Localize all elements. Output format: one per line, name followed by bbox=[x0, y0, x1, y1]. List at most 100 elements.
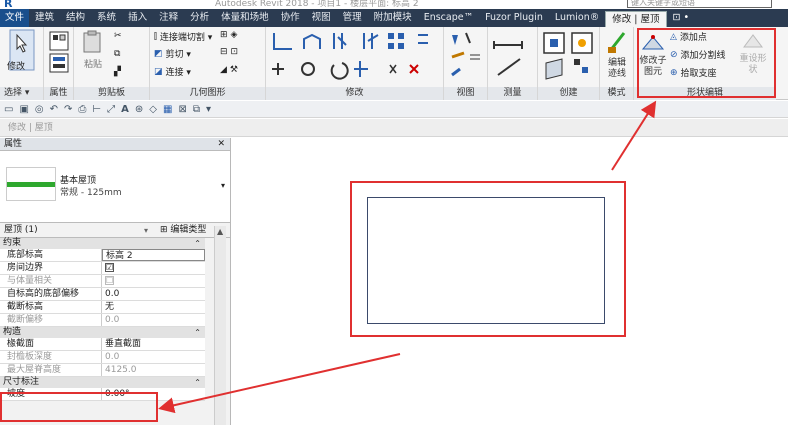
cope-button[interactable]: ⫿ 连接端切割 ▾ bbox=[154, 30, 212, 44]
cut-geometry-icon: ◩ bbox=[154, 48, 163, 59]
property-key: 房间边界 bbox=[0, 262, 102, 274]
room-bounding-checkbox[interactable]: ☑ bbox=[102, 262, 205, 274]
instance-filter-label[interactable]: 屋顶 (1) bbox=[4, 225, 38, 235]
join-label: 连接 ▾ bbox=[165, 68, 191, 78]
revit-logo-icon[interactable]: R bbox=[4, 0, 16, 10]
dimension-icon[interactable]: ⤢ bbox=[107, 104, 115, 115]
paste-button[interactable]: 粘贴 bbox=[80, 30, 106, 70]
match-type-button[interactable]: ▞ bbox=[114, 67, 121, 77]
tab-massing-site[interactable]: 体量和场地 bbox=[215, 9, 275, 27]
cut-geometry-button[interactable]: ◩ 剪切 ▾ bbox=[154, 47, 191, 61]
switch-windows-icon[interactable]: ⧉ bbox=[193, 104, 200, 115]
section-icon[interactable]: ◇ bbox=[149, 104, 157, 115]
close-icon[interactable]: ✕ bbox=[217, 138, 225, 151]
save-icon[interactable]: ▣ bbox=[19, 104, 28, 115]
group-label: 尺寸标注 bbox=[3, 377, 40, 387]
tab-addins[interactable]: 附加模块 bbox=[368, 9, 418, 27]
tab-view[interactable]: 视图 bbox=[306, 9, 337, 27]
tab-lumion[interactable]: Lumion® bbox=[549, 9, 605, 27]
modify-label: 修改 bbox=[7, 62, 26, 72]
tab-manage[interactable]: 管理 bbox=[337, 9, 368, 27]
instance-filter: 屋顶 (1) ▾ ⊞ 编辑类型 bbox=[0, 223, 230, 238]
modify-tools-icon bbox=[272, 33, 428, 80]
clipboard-panel-label: 剪贴板 bbox=[74, 87, 149, 100]
undo-icon[interactable]: ↶ bbox=[50, 104, 58, 115]
customize-qat-icon[interactable]: ▾ bbox=[206, 104, 211, 115]
panel-properties: 属性 bbox=[44, 27, 74, 100]
base-offset-field[interactable]: 0.0 bbox=[102, 288, 205, 300]
print-icon[interactable]: ⎙ bbox=[78, 104, 86, 115]
split-face-button[interactable]: ⊟ ⊡ bbox=[220, 47, 238, 57]
annotation-roof-highlight bbox=[350, 181, 626, 337]
tab-fuzor[interactable]: Fuzor Plugin bbox=[479, 9, 549, 27]
edit-type-button[interactable]: ⊞ 编辑类型 bbox=[160, 223, 206, 238]
cope-icon: ⫿ bbox=[154, 31, 157, 42]
property-key: 最大屋脊高度 bbox=[0, 364, 102, 376]
collapse-icon[interactable]: ⌃ bbox=[194, 238, 201, 249]
modify-panel-label: 修改 bbox=[266, 87, 443, 100]
close-hidden-icon[interactable]: ⊠ bbox=[178, 104, 186, 115]
redo-icon[interactable]: ↷ bbox=[64, 104, 72, 115]
sync-icon[interactable]: ◎ bbox=[35, 104, 44, 115]
fascia-depth-field: 0.0 bbox=[105, 352, 120, 362]
copy-clipboard-button[interactable]: ⧉ bbox=[114, 49, 120, 59]
tab-modify-roof[interactable]: 修改 | 屋顶 bbox=[605, 11, 667, 27]
collapse-icon[interactable]: ⌃ bbox=[194, 377, 201, 388]
properties-button[interactable] bbox=[47, 30, 71, 77]
rafter-cut-field[interactable]: 垂直截面 bbox=[102, 338, 205, 350]
property-row: 最大屋脊高度 4125.0 bbox=[0, 364, 205, 377]
select-dropdown[interactable]: 选择 ▾ bbox=[0, 87, 43, 100]
tab-panel-toggle[interactable]: ⊡ • bbox=[667, 9, 696, 27]
collapse-icon[interactable]: ⌃ bbox=[194, 327, 201, 338]
properties-scrollbar[interactable]: ▲ bbox=[214, 226, 226, 425]
scroll-up-icon[interactable]: ▲ bbox=[217, 227, 223, 236]
search-input[interactable]: 键入关键字或短语 bbox=[627, 0, 772, 8]
paint-icon: ◈ bbox=[230, 30, 238, 40]
tab-architecture[interactable]: 建筑 bbox=[29, 9, 60, 27]
checkbox-checked[interactable]: ☑ bbox=[105, 263, 114, 272]
join-icon: ◪ bbox=[154, 66, 163, 77]
join-button[interactable]: ◪ 连接 ▾ bbox=[154, 65, 191, 79]
properties-palette: 属性 ✕ 基本屋顶 常规 - 125mm ▾ 屋顶 (1) ▾ ⊞ 编辑类型 约… bbox=[0, 138, 231, 425]
cutoff-level-field[interactable]: 无 bbox=[102, 301, 205, 313]
open-icon[interactable]: ▭ bbox=[4, 104, 13, 115]
cut-label: 剪切 ▾ bbox=[165, 50, 191, 60]
chevron-down-icon[interactable]: ▾ bbox=[221, 181, 225, 190]
tab-structure[interactable]: 结构 bbox=[60, 9, 91, 27]
text-icon[interactable]: A bbox=[121, 104, 129, 115]
tab-enscape[interactable]: Enscape™ bbox=[418, 9, 479, 27]
group-header-dimensions[interactable]: 尺寸标注 ⌃ bbox=[0, 377, 205, 388]
related-to-mass-checkbox: ☐ bbox=[102, 275, 205, 287]
property-key: 椽截面 bbox=[0, 338, 102, 350]
group-header-constraints[interactable]: 约束 ⌃ bbox=[0, 238, 205, 249]
wall-joins-button[interactable]: ⊞ ◈ bbox=[220, 30, 237, 40]
tab-collaborate[interactable]: 协作 bbox=[275, 9, 306, 27]
chevron-down-icon[interactable]: ▾ bbox=[144, 223, 148, 238]
property-row: 截断偏移 0.0 bbox=[0, 314, 205, 327]
panel-geometry: ⫿ 连接端切割 ▾ ◩ 剪切 ▾ ◪ 连接 ▾ ⊞ ◈ ⊟ ⊡ ◢ ⚒ 几何图形 bbox=[150, 27, 266, 100]
properties-title: 属性 bbox=[4, 139, 23, 149]
panel-view: 视图 bbox=[444, 27, 488, 100]
checkbox-unchecked: ☐ bbox=[105, 276, 114, 285]
panel-measure: 测量 bbox=[488, 27, 538, 100]
tab-insert[interactable]: 插入 bbox=[122, 9, 153, 27]
type-selector[interactable]: 基本屋顶 常规 - 125mm ▾ bbox=[0, 151, 230, 223]
edit-boundary-button[interactable]: 编辑迹线 bbox=[604, 29, 630, 80]
create-panel-label: 创建 bbox=[538, 87, 599, 100]
thin-lines-icon[interactable]: ▦ bbox=[163, 104, 172, 115]
tab-systems[interactable]: 系统 bbox=[91, 9, 122, 27]
property-row: 底部标高 标高 2 bbox=[0, 249, 205, 262]
cut-clipboard-button[interactable]: ✂ bbox=[114, 31, 122, 41]
property-row: 自标高的底部偏移 0.0 bbox=[0, 288, 205, 301]
tab-annotate[interactable]: 注释 bbox=[153, 9, 184, 27]
paint-button[interactable]: ◢ ⚒ bbox=[220, 65, 238, 75]
properties-icon bbox=[49, 31, 69, 73]
3d-view-icon[interactable]: ⊛ bbox=[135, 104, 143, 115]
group-header-construction[interactable]: 构造 ⌃ bbox=[0, 327, 205, 338]
tab-analyze[interactable]: 分析 bbox=[184, 9, 215, 27]
property-row: 截断标高无 bbox=[0, 301, 205, 314]
measure-qat-icon[interactable]: ⊢ bbox=[92, 104, 101, 115]
base-level-field[interactable]: 标高 2 bbox=[102, 249, 205, 261]
roof-type-preview bbox=[6, 167, 56, 201]
tab-file[interactable]: 文件 bbox=[0, 9, 30, 27]
